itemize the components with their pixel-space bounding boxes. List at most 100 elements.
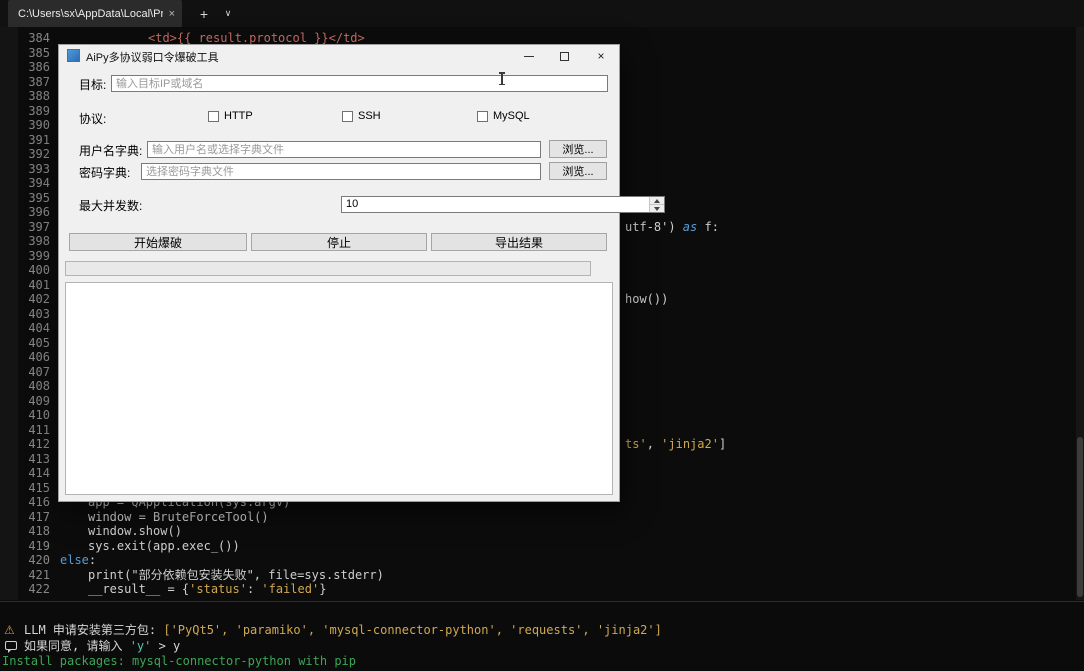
line-number: 397 — [28, 219, 50, 234]
maximize-button[interactable] — [549, 45, 579, 67]
start-button[interactable]: 开始爆破 — [69, 233, 247, 251]
line-number: 408 — [28, 379, 50, 393]
checkbox-http-label: HTTP — [224, 110, 253, 122]
target-label: 目标: — [79, 78, 107, 92]
terminal-tab[interactable]: C:\Users\sx\AppData\Local\Pr × — [8, 0, 182, 27]
line-number: 393 — [28, 161, 50, 176]
text-cursor — [498, 72, 506, 85]
spin-up-button[interactable] — [650, 197, 664, 205]
spin-down-button[interactable] — [650, 205, 664, 212]
warning-icon: ⚠ — [4, 623, 15, 637]
new-tab-button[interactable]: + — [192, 0, 216, 27]
terminal-line: 417 window = BruteForceTool() — [0, 510, 1084, 525]
dialog-titlebar[interactable]: AiPy多协议弱口令爆破工具 × — [59, 45, 619, 67]
bruteforce-dialog: AiPy多协议弱口令爆破工具 × 目标: 协议: HTTP SSH MySQL … — [58, 44, 665, 502]
checkbox-ssh[interactable]: SSH — [342, 110, 381, 122]
checkbox-mysql-box[interactable] — [477, 110, 488, 122]
tab-title: C:\Users\sx\AppData\Local\Pr — [18, 7, 163, 20]
line-number: 387 — [28, 74, 50, 89]
dialog-title: AiPy多协议弱口令爆破工具 — [86, 52, 219, 64]
protocol-label: 协议: — [79, 112, 107, 126]
line-number: 389 — [28, 103, 50, 118]
line-number: 384 — [28, 31, 50, 45]
console-message: ⚠ LLM 申请安装第三方包: ['PyQt5', 'paramiko', 'my… — [4, 623, 662, 637]
line-number: 417 — [28, 509, 50, 524]
line-number: 388 — [28, 89, 50, 103]
username-dict-label: 用户名字典: — [79, 144, 143, 158]
username-dict-input[interactable] — [147, 141, 541, 158]
concurrency-value: 10 — [346, 198, 359, 210]
bottom-messages: ⚠ LLM 申请安装第三方包: ['PyQt5', 'paramiko', 'my… — [0, 601, 1084, 671]
line-number: 401 — [28, 277, 50, 292]
line-number: 385 — [28, 45, 50, 60]
spin-up-icon — [654, 198, 660, 203]
terminal-line: 420 else: — [0, 553, 1084, 568]
results-area[interactable] — [65, 282, 613, 495]
close-button[interactable]: × — [586, 45, 616, 67]
spin-buttons — [649, 197, 664, 212]
password-dict-input[interactable] — [141, 163, 541, 180]
line-number: 396 — [28, 205, 50, 219]
line-number: 409 — [28, 393, 50, 408]
minimize-button[interactable] — [514, 45, 544, 67]
maximize-icon — [559, 51, 569, 61]
progress-bar — [65, 261, 591, 276]
code-text: window = BruteForceTool() — [88, 509, 269, 524]
line-number: 420 — [28, 553, 50, 567]
checkbox-http[interactable]: HTTP — [208, 110, 253, 122]
export-button[interactable]: 导出结果 — [431, 233, 607, 251]
line-number: 419 — [28, 538, 50, 553]
checkbox-ssh-box[interactable] — [342, 110, 353, 122]
line-number: 418 — [28, 524, 50, 538]
terminal-line: 422 __result__ = {'status': 'failed'} — [0, 582, 1084, 597]
line-number: 400 — [28, 263, 50, 277]
close-icon: × — [597, 49, 605, 63]
line-number: 416 — [28, 495, 50, 509]
console-message: 如果同意, 请输入 'y' > y — [0, 639, 1084, 655]
checkbox-mysql-label: MySQL — [493, 110, 530, 122]
checkbox-mysql[interactable]: MySQL — [477, 110, 530, 122]
line-number: 386 — [28, 60, 50, 74]
line-number: 411 — [28, 422, 50, 437]
spin-down-icon — [654, 206, 660, 211]
line-number: 399 — [28, 248, 50, 263]
line-number: 414 — [28, 466, 50, 480]
checkbox-http-box[interactable] — [208, 110, 219, 122]
terminal-line: 418 window.show() — [0, 524, 1084, 539]
line-number: 406 — [28, 350, 50, 364]
target-input[interactable] — [111, 75, 608, 92]
stop-button[interactable]: 停止 — [251, 233, 427, 251]
code-text: print("部分依赖包安装失败", file=sys.stderr) — [88, 567, 384, 582]
line-number: 407 — [28, 364, 50, 379]
line-number: 415 — [28, 480, 50, 495]
concurrency-label: 最大并发数: — [79, 199, 143, 213]
line-number: 394 — [28, 176, 50, 190]
code-text: sys.exit(app.exec_()) — [88, 538, 240, 553]
tab-bar: C:\Users\sx\AppData\Local\Pr × + ∨ — [0, 0, 1084, 27]
scrollbar-thumb[interactable] — [1077, 437, 1083, 597]
line-number: 395 — [28, 190, 50, 205]
line-number: 391 — [28, 132, 50, 147]
code-text: window.show() — [88, 524, 182, 538]
concurrency-spinbox[interactable]: 10 — [341, 196, 665, 213]
password-browse-button[interactable]: 浏览... — [549, 162, 607, 180]
line-number: 392 — [28, 147, 50, 161]
code-text: __result__ = {'status': 'failed'} — [88, 582, 327, 596]
scrollbar[interactable] — [1076, 27, 1084, 600]
line-number: 412 — [28, 437, 50, 451]
line-number: 405 — [28, 335, 50, 350]
username-browse-button[interactable]: 浏览... — [549, 140, 607, 158]
console-message: Install packages: mysql-connector-python… — [2, 654, 357, 668]
tab-close-icon[interactable]: × — [169, 8, 175, 20]
terminal-line: 419 sys.exit(app.exec_()) — [0, 539, 1084, 554]
code-text: how()) — [625, 292, 669, 306]
line-number: 404 — [28, 321, 50, 335]
line-number: 422 — [28, 582, 50, 596]
code-text: ts', 'jinja2'] — [625, 437, 727, 451]
terminal-window: C:\Users\sx\AppData\Local\Pr × + ∨ 384 <t… — [0, 0, 1084, 671]
line-number: 402 — [28, 292, 50, 306]
checkbox-ssh-label: SSH — [358, 110, 381, 122]
minimize-icon — [524, 55, 534, 57]
tab-dropdown-icon[interactable]: ∨ — [216, 0, 240, 27]
app-icon — [67, 49, 80, 62]
